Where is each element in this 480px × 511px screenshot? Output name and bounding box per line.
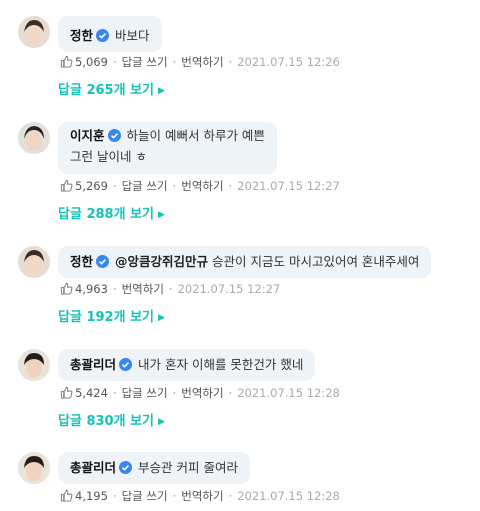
reply-button[interactable]: 답글 쓰기 xyxy=(122,386,168,400)
view-replies-label: 답글 830개 보기 xyxy=(58,414,154,429)
timestamp: 2021.07.15 12:26 xyxy=(237,55,340,69)
avatar[interactable] xyxy=(18,16,50,48)
comment-text: 승관이 지금도 마시고있어여 혼내주세여 xyxy=(212,254,420,269)
comment-text: 바보다 xyxy=(115,28,150,43)
thumbs-up-icon[interactable] xyxy=(60,386,73,399)
comment-meta: 5,069 · 답글 쓰기 · 번역하기 · 2021.07.15 12:26 xyxy=(60,54,340,70)
verified-check-icon xyxy=(107,129,121,142)
comment-text: 내가 혼자 이해를 못한건가 했네 xyxy=(138,357,304,372)
comment-feed: 정한 바보다 5,069 · 답글 쓰기 · 번역하기 · 2021.07.15 12:26 … xyxy=(0,0,480,511)
comment-text: 부승관 커피 줄여라 xyxy=(138,460,238,475)
reply-button[interactable]: 답글 쓰기 xyxy=(122,55,168,69)
verified-check-icon xyxy=(96,29,110,42)
timestamp: 2021.07.15 12:28 xyxy=(237,489,340,503)
translate-button[interactable]: 번역하기 xyxy=(122,282,164,296)
comment-bubble: 총괄리더 부승관 커피 줄여라 xyxy=(58,452,250,484)
author-name[interactable]: 이지훈 xyxy=(70,128,105,143)
like-count: 4,195 xyxy=(75,489,108,503)
comment-text-line2: 그런 날이네 ㅎ xyxy=(70,149,147,164)
comment-bubble: 이지훈 하늘이 예뻐서 하루가 예쁜 그런 날이네 ㅎ xyxy=(58,122,277,174)
translate-button[interactable]: 번역하기 xyxy=(181,179,223,193)
avatar[interactable] xyxy=(18,246,50,278)
comment-meta: 4,195 · 답글 쓰기 · 번역하기 · 2021.07.15 12:28 xyxy=(60,488,340,504)
view-replies-link[interactable]: 답글 288개 보기 ▶ xyxy=(58,206,165,224)
timestamp: 2021.07.15 12:27 xyxy=(237,179,340,193)
author-name[interactable]: 정한 xyxy=(70,254,93,269)
timestamp: 2021.07.15 12:27 xyxy=(177,282,281,296)
thumbs-up-icon[interactable] xyxy=(60,489,73,502)
triangle-right-icon: ▶ xyxy=(158,210,165,220)
triangle-right-icon: ▶ xyxy=(158,417,165,427)
author-name[interactable]: 정한 xyxy=(70,28,93,43)
reply-button[interactable]: 답글 쓰기 xyxy=(122,489,168,503)
view-replies-label: 답글 265개 보기 xyxy=(58,83,154,98)
reply-button[interactable]: 답글 쓰기 xyxy=(122,179,168,193)
like-count: 5,424 xyxy=(75,386,108,400)
comment-bubble: 총괄리더 내가 혼자 이해를 못한건가 했네 xyxy=(58,349,316,381)
avatar[interactable] xyxy=(18,122,50,154)
view-replies-label: 답글 192개 보기 xyxy=(58,310,154,325)
comment-bubble: 정한 바보다 xyxy=(58,16,162,52)
verified-check-icon xyxy=(119,461,133,474)
verified-check-icon xyxy=(96,255,110,268)
view-replies-label: 답글 288개 보기 xyxy=(58,207,154,222)
author-name[interactable]: 총괄리더 xyxy=(70,460,116,475)
like-count: 5,069 xyxy=(75,55,108,69)
thumbs-up-icon[interactable] xyxy=(60,55,73,68)
comment-bubble: 정한 @앙큼강쥐김만규 승관이 지금도 마시고있어여 혼내주세여 xyxy=(58,246,432,278)
translate-button[interactable]: 번역하기 xyxy=(181,489,223,503)
avatar[interactable] xyxy=(18,452,50,484)
comment-meta: 5,269 · 답글 쓰기 · 번역하기 · 2021.07.15 12:27 xyxy=(60,178,340,194)
like-count: 4,963 xyxy=(75,282,108,296)
view-replies-link[interactable]: 답글 830개 보기 ▶ xyxy=(58,413,165,431)
author-name[interactable]: 총괄리더 xyxy=(70,357,116,372)
like-count: 5,269 xyxy=(75,179,108,193)
comment-text: 하늘이 예뻐서 하루가 예쁜 xyxy=(126,128,265,143)
mention-link[interactable]: @앙큼강쥐김만규 xyxy=(115,254,208,269)
comment-meta: 5,424 · 답글 쓰기 · 번역하기 · 2021.07.15 12:28 xyxy=(60,385,340,401)
timestamp: 2021.07.15 12:28 xyxy=(237,386,340,400)
translate-button[interactable]: 번역하기 xyxy=(181,55,223,69)
view-replies-link[interactable]: 답글 192개 보기 ▶ xyxy=(58,309,165,327)
verified-check-icon xyxy=(119,358,133,371)
thumbs-up-icon[interactable] xyxy=(60,179,73,192)
translate-button[interactable]: 번역하기 xyxy=(181,386,223,400)
triangle-right-icon: ▶ xyxy=(158,313,165,323)
avatar[interactable] xyxy=(18,349,50,381)
thumbs-up-icon[interactable] xyxy=(60,282,73,295)
view-replies-link[interactable]: 답글 265개 보기 ▶ xyxy=(58,82,165,100)
triangle-right-icon: ▶ xyxy=(158,86,165,96)
comment-meta: 4,963 · 번역하기 · 2021.07.15 12:27 xyxy=(60,281,280,297)
